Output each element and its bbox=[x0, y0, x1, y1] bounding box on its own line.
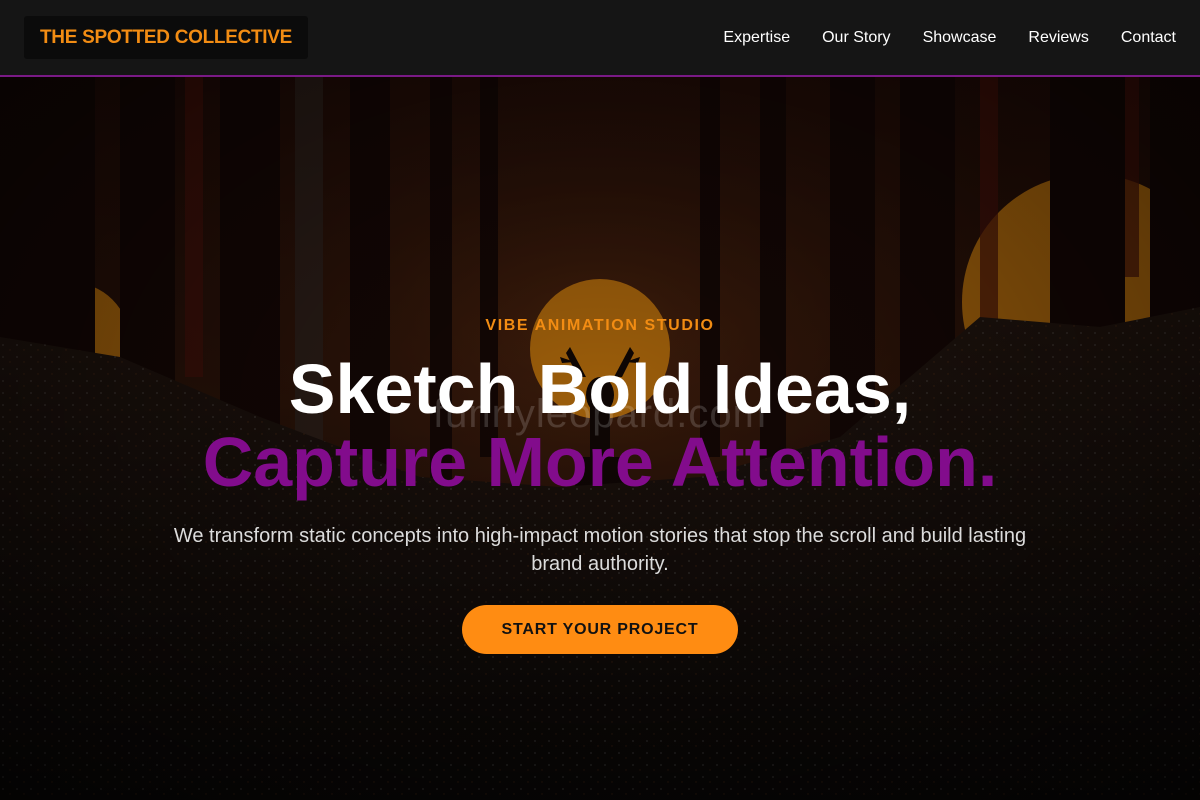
hero-eyebrow: VIBE ANIMATION STUDIO bbox=[485, 317, 715, 334]
main-nav: Expertise Our Story Showcase Reviews Con… bbox=[723, 29, 1176, 47]
nav-link-showcase[interactable]: Showcase bbox=[923, 29, 997, 47]
hero-content: VIBE ANIMATION STUDIO Sketch Bold Ideas,… bbox=[0, 77, 1200, 800]
hero-headline-line1: Sketch Bold Ideas, bbox=[288, 350, 912, 428]
nav-link-contact[interactable]: Contact bbox=[1121, 29, 1176, 47]
brand-logo[interactable]: THE SPOTTED COLLECTIVE bbox=[24, 16, 309, 59]
nav-link-expertise[interactable]: Expertise bbox=[723, 29, 790, 47]
site-header: THE SPOTTED COLLECTIVE Expertise Our Sto… bbox=[0, 0, 1200, 77]
hero-subtitle: We transform static concepts into high-i… bbox=[173, 525, 1027, 575]
hero-headline-line2: Capture More Attention. bbox=[202, 423, 998, 501]
start-project-button[interactable]: START YOUR PROJECT bbox=[462, 605, 738, 654]
nav-link-our-story[interactable]: Our Story bbox=[822, 29, 890, 47]
nav-link-reviews[interactable]: Reviews bbox=[1028, 29, 1088, 47]
